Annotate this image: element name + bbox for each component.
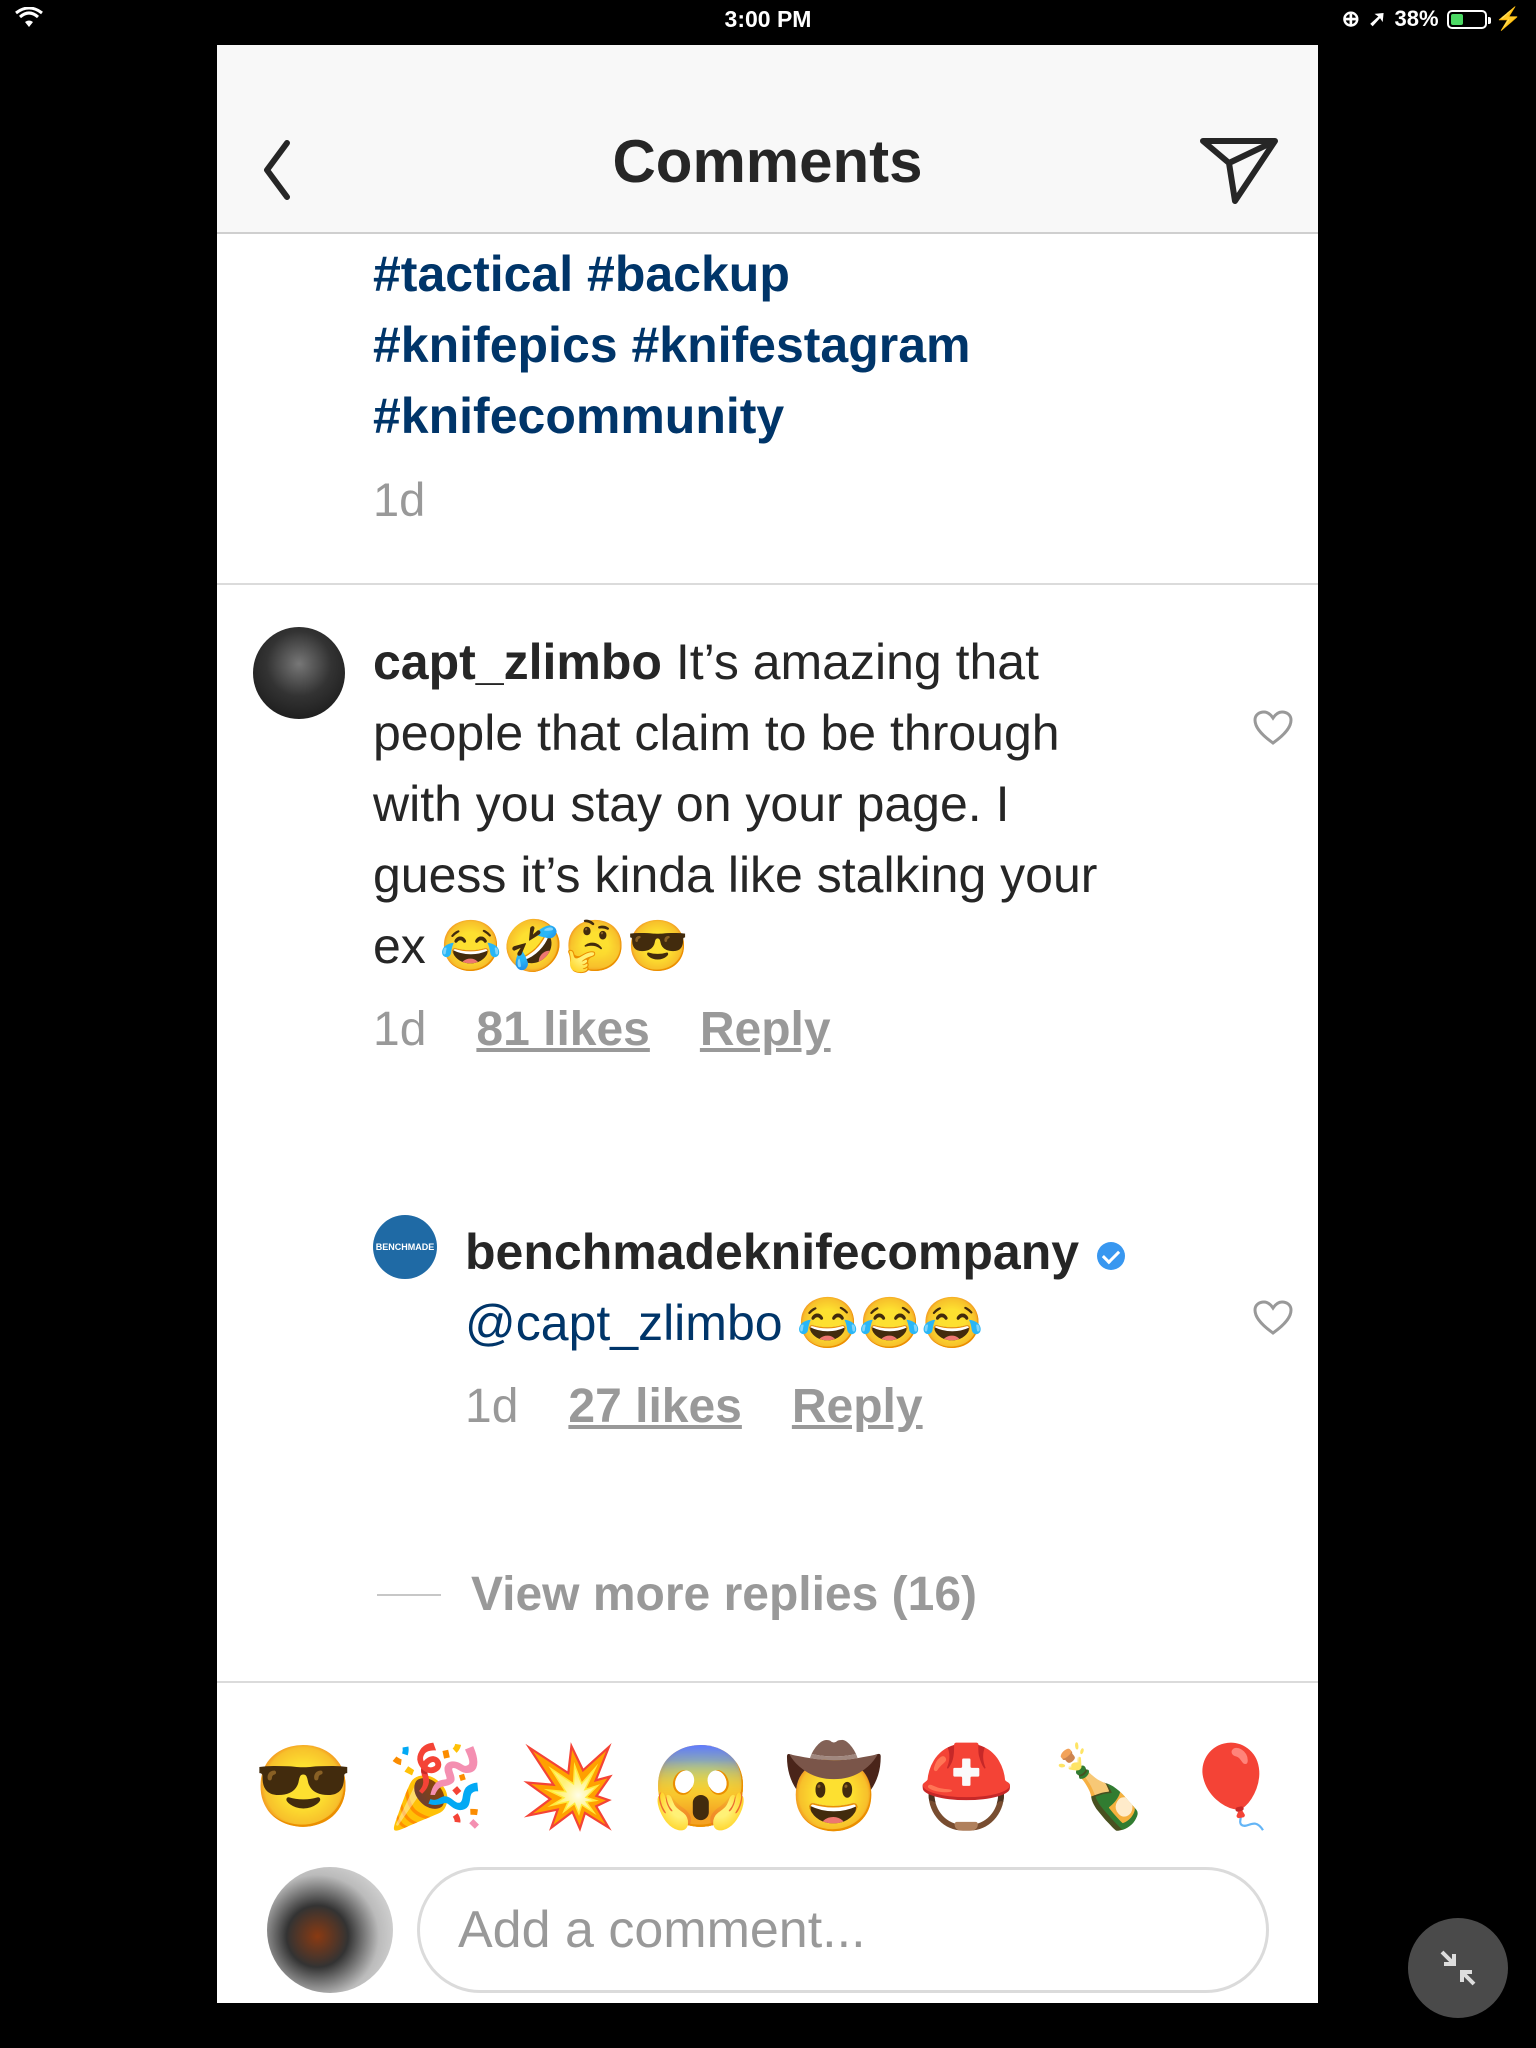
- comment-meta: 1d 27 likes Reply: [465, 1379, 1145, 1434]
- comment-placeholder: Add a comment...: [458, 1901, 866, 1959]
- comment-text: benchmadeknifecompany @capt_zlimbo 😂😂😂: [465, 1217, 1145, 1359]
- comment-username[interactable]: capt_zlimbo: [373, 634, 662, 690]
- comments-panel: Comments #tactical #backup #knifepics #k…: [217, 45, 1318, 2003]
- battery-icon: [1446, 9, 1491, 29]
- divider: [217, 1681, 1318, 1683]
- avatar[interactable]: [253, 627, 345, 719]
- emoji-button[interactable]: 😎: [254, 1747, 354, 1827]
- status-time: 3:00 PM: [724, 6, 812, 32]
- emoji-button[interactable]: ⛑️: [917, 1747, 1017, 1827]
- comment-text: capt_zlimbo It’s amazing that people tha…: [373, 627, 1113, 982]
- comment-input[interactable]: Add a comment...: [417, 1867, 1269, 1993]
- heart-icon[interactable]: [1253, 710, 1293, 746]
- verified-badge-icon: [1096, 1241, 1125, 1270]
- view-more-label: View more replies (16): [471, 1568, 978, 1621]
- comment-username[interactable]: benchmadeknifecompany: [465, 1224, 1079, 1280]
- reply-button[interactable]: Reply: [700, 1002, 831, 1057]
- status-right: ⊕ ➚ 38% ⚡: [1342, 6, 1522, 32]
- caption-time: 1d: [373, 473, 426, 526]
- battery-percent: 38%: [1394, 6, 1439, 31]
- user-avatar[interactable]: [267, 1867, 393, 1993]
- brand-avatar-text: BENCHMADE: [375, 1242, 435, 1252]
- divider: [217, 583, 1318, 585]
- comment: capt_zlimbo It’s amazing that people tha…: [253, 627, 1293, 1187]
- hashtag-line[interactable]: #knifepics #knifestagram: [373, 310, 1273, 381]
- location-icon: ➚: [1368, 6, 1387, 31]
- post-caption: #tactical #backup #knifepics #knifestagr…: [373, 239, 1273, 527]
- send-icon[interactable]: [1197, 131, 1281, 207]
- status-bar: 3:00 PM ⊕ ➚ 38% ⚡: [0, 0, 1536, 40]
- comment-time: 1d: [465, 1380, 519, 1433]
- view-more-replies[interactable]: View more replies (16): [377, 1567, 977, 1622]
- emoji-button[interactable]: 🎈: [1182, 1747, 1282, 1827]
- comments-header: Comments: [217, 45, 1318, 234]
- avatar[interactable]: BENCHMADE: [373, 1215, 437, 1279]
- emoji-button[interactable]: 🤠: [784, 1747, 884, 1827]
- mention-link[interactable]: @capt_zlimbo: [465, 1295, 783, 1351]
- heart-icon[interactable]: [1253, 1300, 1293, 1336]
- minimize-button[interactable]: [1408, 1918, 1508, 2018]
- emoji-button[interactable]: 🍾: [1049, 1747, 1149, 1827]
- hashtag-line[interactable]: #tactical #backup: [373, 239, 1273, 310]
- emoji-button[interactable]: 😱: [651, 1747, 751, 1827]
- comment-body: 😂😂😂: [796, 1295, 984, 1351]
- reply-comment: BENCHMADE benchmadeknifecompany @capt_zl…: [373, 1215, 1293, 1555]
- emoji-button[interactable]: 💥: [519, 1747, 619, 1827]
- page-title: Comments: [612, 128, 923, 195]
- likes-link[interactable]: 27 likes: [568, 1379, 741, 1434]
- reply-button[interactable]: Reply: [792, 1379, 923, 1434]
- comment-time: 1d: [373, 1003, 427, 1056]
- emoji-bar: 😎 🎉 💥 😱 🤠 ⛑️ 🍾 🎈: [217, 1717, 1318, 1857]
- orientation-lock-icon: ⊕: [1341, 6, 1361, 31]
- charging-icon: ⚡: [1494, 6, 1522, 31]
- hashtag-line[interactable]: #knifecommunity: [373, 381, 1273, 452]
- comment-meta: 1d 81 likes Reply: [373, 1002, 1113, 1057]
- collapse-arrows-icon: [1440, 1950, 1476, 1986]
- emoji-button[interactable]: 🎉: [386, 1747, 486, 1827]
- view-more-line: [377, 1593, 441, 1596]
- likes-link[interactable]: 81 likes: [476, 1002, 649, 1057]
- comment-composer: Add a comment...: [217, 1857, 1318, 2003]
